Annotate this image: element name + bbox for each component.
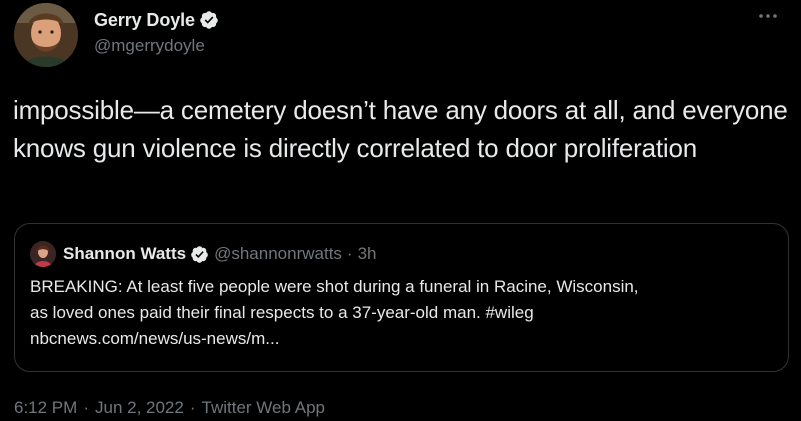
quoted-link[interactable]: nbcnews.com/news/us-news/m... [30, 326, 780, 352]
quoted-separator: · [346, 244, 353, 263]
quoted-timestamp[interactable]: 3h [358, 244, 377, 264]
quoted-display-name[interactable]: Shannon Watts [63, 244, 186, 264]
verified-badge-icon [199, 10, 219, 30]
author-handle[interactable]: @mgerrydoyle [94, 36, 219, 56]
tweet-date[interactable]: Jun 2, 2022 [95, 398, 184, 418]
quoted-author-avatar[interactable] [30, 241, 56, 267]
quoted-author-avatar-image [30, 241, 56, 267]
more-dots-icon[interactable] [755, 6, 781, 26]
quoted-text-line: BREAKING: At least five people were shot… [30, 277, 639, 296]
author-display-name[interactable]: Gerry Doyle [94, 10, 195, 31]
tweet-metadata: 6:12 PM · Jun 2, 2022 · Twitter Web App [14, 398, 325, 418]
tweet-time[interactable]: 6:12 PM [14, 398, 77, 418]
quoted-text-line: as loved ones paid their final respects … [30, 303, 534, 322]
quoted-handle[interactable]: @shannonrwatts [214, 244, 342, 264]
author-avatar[interactable] [14, 3, 78, 67]
meta-separator: · [189, 398, 196, 417]
author-avatar-image [14, 3, 78, 67]
quoted-verified-badge-icon [190, 245, 209, 264]
author-name-row: Gerry Doyle [94, 8, 219, 32]
tweet-text: impossible—a cemetery doesn’t have any d… [13, 95, 788, 163]
tweet: Gerry Doyle @mgerrydoyle impossible—a ce… [0, 0, 801, 421]
author-info: Gerry Doyle @mgerrydoyle [94, 8, 219, 56]
quoted-text: BREAKING: At least five people were shot… [30, 274, 780, 352]
tweet-source-app[interactable]: Twitter Web App [202, 398, 325, 418]
meta-separator: · [83, 398, 89, 417]
quoted-tweet[interactable]: Shannon Watts @shannonrwatts · 3h BREAKI… [14, 223, 789, 372]
quoted-header: Shannon Watts @shannonrwatts · 3h [63, 243, 377, 265]
